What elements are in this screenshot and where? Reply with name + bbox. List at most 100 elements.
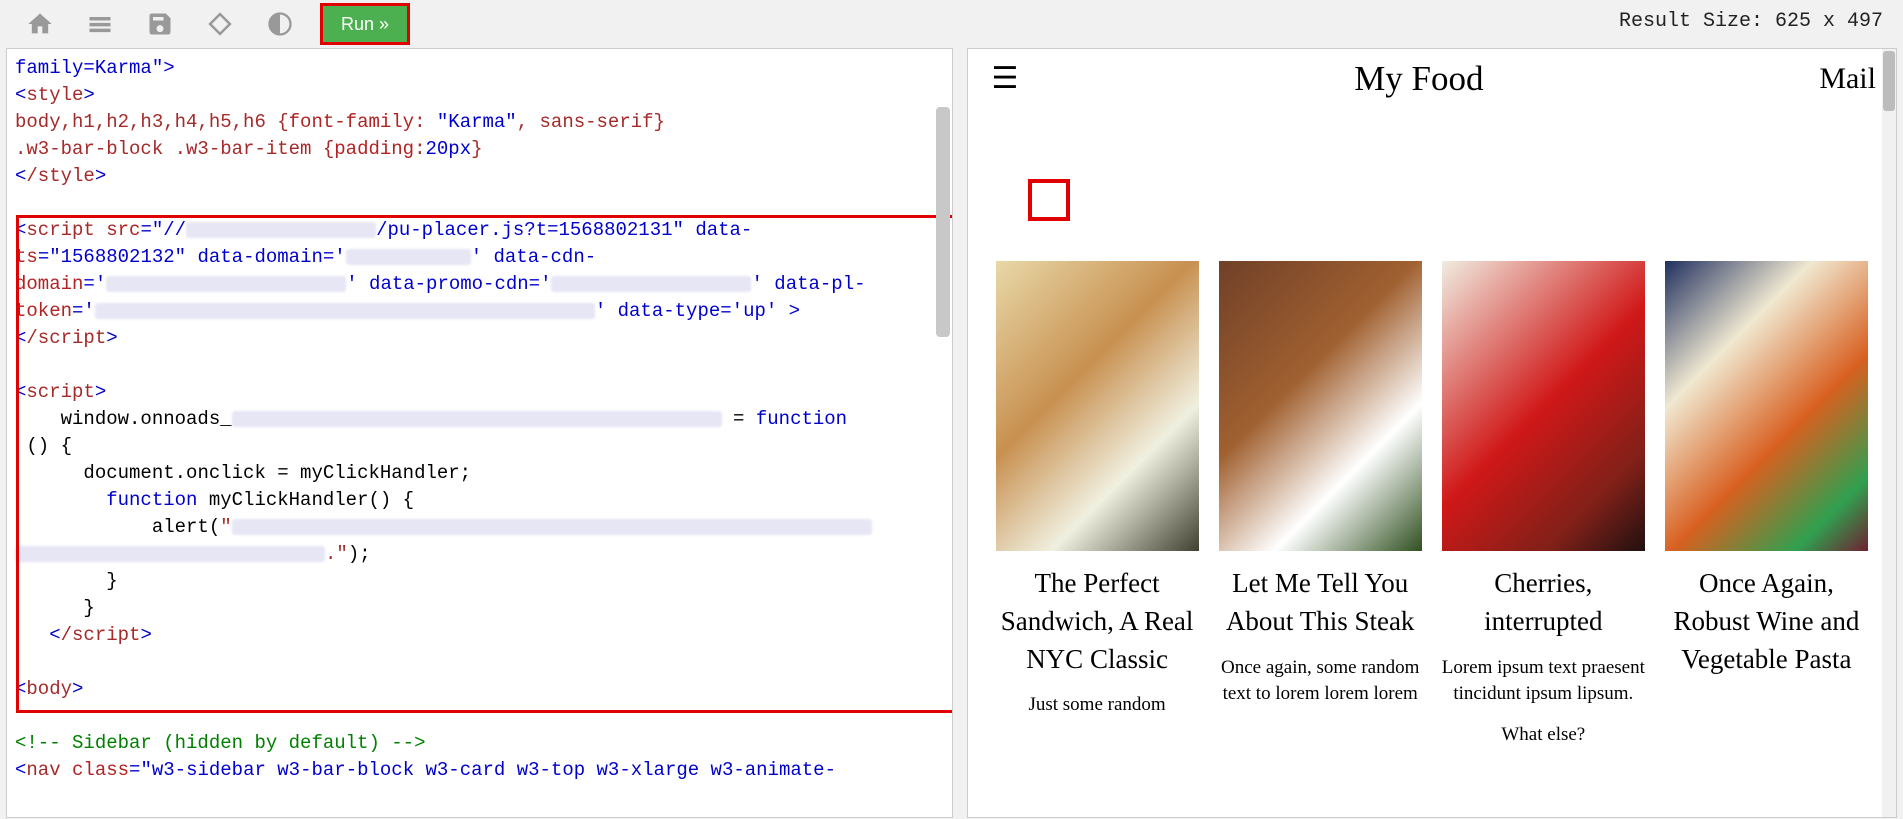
card-image (1442, 261, 1645, 551)
card-text: Once again, some random text to lorem lo… (1219, 655, 1422, 708)
blur (106, 276, 346, 292)
code-t: up (743, 300, 766, 322)
preview-grid: The Perfect Sandwich, A Real NYC Classic… (968, 261, 1897, 748)
code-t: family=Karma"> (15, 57, 175, 79)
code-t: > (95, 381, 106, 403)
code-t: , sans-serif} (517, 111, 665, 133)
code-t: ' data-promo-cdn (346, 273, 528, 295)
card-steak: Let Me Tell You About This Steak Once ag… (1219, 261, 1422, 748)
code-t: < (15, 381, 26, 403)
rotate-button[interactable] (190, 4, 250, 44)
code-editor[interactable]: family=Karma"> <style> body,h1,h2,h3,h4,… (6, 48, 953, 818)
code-t: ts (15, 246, 38, 268)
card-title: The Perfect Sandwich, A Real NYC Classic (996, 565, 1199, 678)
code-t: > (72, 678, 83, 700)
card-sandwich: The Perfect Sandwich, A Real NYC Classic… (996, 261, 1199, 748)
code-t (15, 489, 106, 511)
blur (95, 303, 595, 319)
card-title: Cherries, interrupted (1442, 565, 1645, 641)
code-t: < (15, 165, 26, 187)
code-t: < (15, 219, 26, 241)
code-t: /style (26, 165, 94, 187)
code-t: window.onnoads_ (15, 408, 232, 430)
code-t: } (15, 570, 118, 592)
card-pasta: Once Again, Robust Wine and Vegetable Pa… (1665, 261, 1868, 748)
code-t: =" (38, 246, 61, 268)
panes: family=Karma"> <style> body,h1,h2,h3,h4,… (0, 48, 1903, 818)
code-t: < (15, 678, 26, 700)
home-icon (26, 10, 54, 38)
code-t: =' (720, 300, 743, 322)
preview-title: My Food (1354, 59, 1483, 99)
code-t: nav (26, 759, 60, 781)
code-t: class (61, 759, 129, 781)
code-t: ' data-cdn- (471, 246, 596, 268)
code-t: 20px (426, 138, 472, 160)
code-t: ." (325, 543, 348, 565)
code-t: < (15, 624, 61, 646)
result-size-label: Result Size: 625 x 497 (1619, 10, 1883, 33)
preview-mail-link[interactable]: Mail (1819, 62, 1876, 96)
blur (232, 411, 722, 427)
code-t: alert( (15, 516, 220, 538)
blur (186, 222, 376, 238)
code-t: = (722, 408, 756, 430)
code-t: : (414, 138, 425, 160)
preview-pane: ☰ My Food Mail The Perfect Sandwich, A R… (967, 48, 1898, 818)
card-title: Let Me Tell You About This Steak (1219, 565, 1422, 641)
code-t: body,h1,h2,h3,h4,h5,h6 { (15, 111, 289, 133)
menu-button[interactable] (70, 4, 130, 44)
code-t: domain (15, 273, 83, 295)
code-t: ); (348, 543, 371, 565)
card-text: Just some random (996, 692, 1199, 719)
code-t: font-family (289, 111, 414, 133)
code-t: ' data-type (595, 300, 720, 322)
code-t: myClickHandler() { (197, 489, 414, 511)
code-t: document.onclick = myClickHandler; (15, 462, 471, 484)
home-button[interactable] (10, 4, 70, 44)
code-t: > (95, 165, 106, 187)
card-text: Lorem ipsum text praesent tincidunt ipsu… (1442, 655, 1645, 708)
blur (15, 546, 325, 562)
code-t: =' (72, 300, 95, 322)
code-t: "Karma" (437, 111, 517, 133)
code-t: " data- (673, 219, 753, 241)
rotate-icon (206, 10, 234, 38)
code-t: () { (15, 435, 72, 457)
code-t: =' (323, 246, 346, 268)
code-t: " data-domain (175, 246, 323, 268)
code-t: < (15, 327, 26, 349)
preview-scrollbar-thumb[interactable] (1883, 51, 1895, 111)
save-button[interactable] (130, 4, 190, 44)
theme-button[interactable] (250, 4, 310, 44)
code-t: script (26, 381, 94, 403)
code-t: // (163, 219, 186, 241)
preview-scrollbar-track[interactable] (1882, 49, 1896, 817)
scrollbar-thumb[interactable] (936, 107, 950, 337)
card-image (1219, 261, 1422, 551)
code-t: : (414, 111, 437, 133)
card-cherries: Cherries, interrupted Lorem ipsum text p… (1442, 261, 1645, 748)
card-title: Once Again, Robust Wine and Vegetable Pa… (1665, 565, 1868, 678)
code-t: padding (334, 138, 414, 160)
hamburger-icon[interactable]: ☰ (992, 64, 1019, 94)
code-t: " (220, 516, 231, 538)
run-button[interactable]: Run » (320, 3, 410, 45)
code-t: w3-sidebar w3-bar-block w3-card w3-top w… (152, 759, 836, 781)
contrast-icon (266, 10, 294, 38)
code-t: ' data-pl- (751, 273, 865, 295)
code-t: function (106, 489, 197, 511)
toolbar: Run » Result Size: 625 x 497 (0, 0, 1903, 48)
blur (346, 249, 471, 265)
code-t: function (756, 408, 847, 430)
code-t: script (26, 219, 94, 241)
code-t: token (15, 300, 72, 322)
code-t: /script (26, 327, 106, 349)
code-t: } (15, 597, 95, 619)
blur (232, 519, 872, 535)
code-t: =" (129, 759, 152, 781)
code-t: =" (140, 219, 163, 241)
code-t: body (26, 678, 72, 700)
card-image (1665, 261, 1868, 551)
preview-header: ☰ My Food Mail (968, 49, 1897, 121)
